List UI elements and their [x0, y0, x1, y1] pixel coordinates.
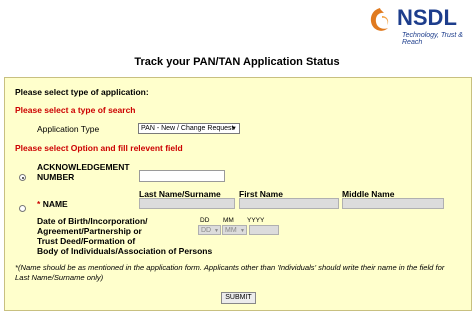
dob-month-value: MM	[225, 227, 237, 234]
nsdl-logo: NSDL Technology, Trust & Reach	[364, 2, 474, 46]
acknowledgement-radio[interactable]	[19, 174, 26, 181]
chevron-down-icon: ▼	[231, 126, 237, 132]
dob-label-line4: Body of Individuals/Association of Perso…	[37, 246, 213, 256]
logo-tagline: Technology, Trust & Reach	[402, 32, 463, 46]
option-heading: Please select Option and fill relevent f…	[15, 143, 183, 153]
status-form: Please select type of application: Pleas…	[4, 77, 472, 311]
application-type-value: PAN - New / Change Request	[141, 125, 234, 132]
select-search-heading: Please select a type of search	[15, 105, 136, 115]
dob-day-select[interactable]: DD ▼	[198, 225, 221, 235]
dob-month-select[interactable]: MM ▼	[222, 225, 247, 235]
page-title: Track your PAN/TAN Application Status	[134, 56, 340, 68]
acknowledgement-number-input[interactable]	[139, 170, 225, 182]
nsdl-swirl-icon	[370, 8, 389, 31]
dob-year-input[interactable]	[249, 225, 279, 235]
dob-label-line2: Agreement/Partnership or	[37, 226, 142, 236]
chevron-down-icon: ▼	[214, 228, 219, 234]
name-label: * NAME	[37, 199, 68, 209]
first-name-input[interactable]	[239, 198, 339, 209]
dob-label-line1: Date of Birth/Incorporation/	[37, 216, 148, 226]
mm-label: MM	[223, 217, 234, 224]
acknowledgement-label-line1: ACKNOWLEDGEMENT	[37, 162, 130, 172]
chevron-down-icon: ▼	[240, 228, 245, 234]
yyyy-label: YYYY	[247, 217, 265, 224]
name-radio[interactable]	[19, 205, 26, 212]
last-name-input[interactable]	[139, 198, 235, 209]
logo-wordmark: NSDL	[397, 5, 457, 30]
middle-name-input[interactable]	[342, 198, 444, 209]
select-type-heading: Please select type of application:	[15, 87, 149, 97]
dob-day-value: DD	[201, 227, 212, 234]
acknowledgement-label-line2: NUMBER	[37, 172, 75, 182]
application-type-label: Application Type	[37, 124, 100, 134]
name-note-line2: Last Name/Surname only)	[15, 273, 104, 282]
submit-button[interactable]: SUBMIT	[221, 292, 256, 304]
name-note-line1: *(Name should be as mentioned in the app…	[15, 263, 445, 272]
dob-label-line3: Trust Deed/Formation of	[37, 236, 136, 246]
required-star: *	[37, 199, 41, 209]
application-type-select[interactable]: PAN - New / Change Request ▼	[138, 123, 240, 134]
dd-label: DD	[200, 217, 210, 224]
name-label-text: NAME	[42, 199, 68, 209]
